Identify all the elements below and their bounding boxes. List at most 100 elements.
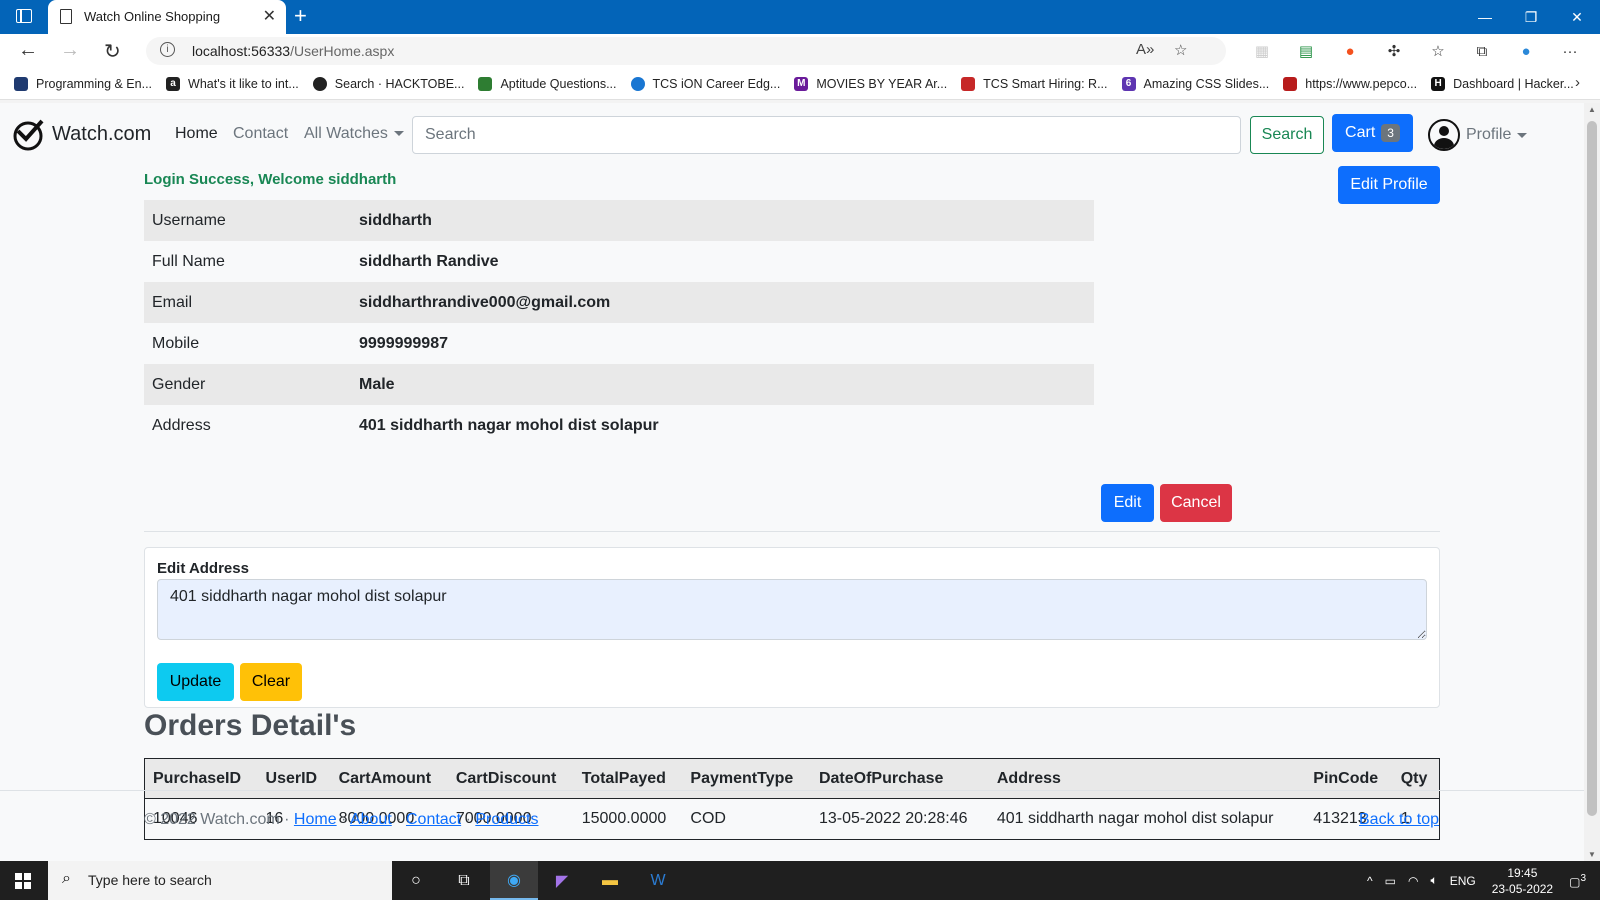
tab-title: Watch Online Shopping — [84, 9, 221, 24]
cortana-icon[interactable]: ○ — [392, 861, 440, 900]
clear-button[interactable]: Clear — [240, 663, 302, 701]
caret-down-icon — [1517, 132, 1528, 138]
table-cell: 401 siddharth nagar mohol dist solapur — [988, 798, 1306, 840]
taskbar-search-placeholder: Type here to search — [88, 872, 212, 888]
watch-logo-icon — [13, 119, 44, 151]
bookmark-item[interactable]: Search · HACKTOBE... — [312, 76, 464, 91]
address-textarea[interactable]: 401 siddharth nagar mohol dist solapur — [157, 579, 1427, 640]
more-menu-icon[interactable]: ··· — [1548, 40, 1592, 62]
search-input[interactable] — [412, 116, 1241, 154]
m-icon: M — [794, 76, 809, 91]
edge-icon[interactable]: ◉ — [490, 861, 538, 900]
cart-count-badge: 3 — [1381, 124, 1400, 142]
extension-sheet-icon[interactable]: ▤ — [1284, 40, 1328, 62]
collections-icon[interactable]: ⧉ — [1460, 40, 1504, 62]
edit-address-button[interactable]: Edit — [1101, 484, 1154, 522]
visual-studio-icon[interactable]: ◤ — [538, 861, 586, 900]
extension-orange-icon[interactable]: ● — [1328, 40, 1372, 62]
close-tab-icon[interactable]: ✕ — [263, 6, 276, 26]
site-navbar: Watch.com Home Contact All Watches Searc… — [0, 103, 1584, 167]
notification-icon[interactable]: ▢3 — [1569, 873, 1586, 889]
back-to-top-link[interactable]: Back to top — [1359, 811, 1439, 829]
cart-button[interactable]: Cart 3 — [1332, 114, 1413, 152]
chevron-right-icon[interactable]: › — [1575, 74, 1580, 91]
speaker-icon[interactable]: 🔈︎ — [1430, 873, 1437, 888]
bookmark-item[interactable]: 6 Amazing CSS Slides... — [1121, 76, 1269, 91]
forward-icon[interactable]: → — [60, 39, 80, 62]
scroll-down-icon[interactable]: ▼ — [1588, 850, 1596, 859]
bookmark-item[interactable]: Aptitude Questions... — [478, 76, 617, 91]
bookmark-item[interactable]: a What's it like to int... — [166, 76, 299, 91]
page-scrollbar[interactable]: ▲ ▼ — [1584, 103, 1600, 861]
extension-grid-icon[interactable]: ▦ — [1240, 40, 1284, 62]
clock-time: 19:45 — [1507, 865, 1538, 880]
url-field[interactable]: i localhost:56333/UserHome.aspx A» ☆ — [146, 37, 1226, 65]
footer-home-link[interactable]: Home — [294, 811, 337, 828]
nav-all-watches-dropdown[interactable]: All Watches — [304, 125, 404, 143]
column-header: PurchaseID — [144, 758, 258, 799]
brand-link[interactable]: Watch.com — [12, 117, 151, 151]
table-row: Full Name siddharth Randive — [144, 241, 1094, 282]
taskbar-search-box[interactable]: ⌕ Type here to search — [48, 861, 392, 900]
table-cell: 13-05-2022 20:28:46 — [810, 798, 989, 840]
file-explorer-icon[interactable]: ▬ — [586, 861, 634, 900]
extension-toolbar: ▦ ▤ ● ✣ ☆ ⧉ ● ··· — [1240, 40, 1592, 62]
footer: © 2022 Watch.com · Home · About · Contac… — [144, 811, 539, 828]
bookmark-item[interactable]: https://www.pepco... — [1283, 76, 1417, 91]
column-header: Address — [988, 758, 1306, 799]
address-bar-row: ← → ↻ i localhost:56333/UserHome.aspx A»… — [0, 34, 1600, 68]
footer-products-link[interactable]: Products — [475, 811, 538, 828]
bookmark-item[interactable]: H Dashboard | Hacker... — [1431, 76, 1574, 91]
profile-dropdown[interactable]: Profile — [1428, 119, 1528, 151]
edit-profile-button[interactable]: Edit Profile — [1338, 166, 1440, 204]
task-view-icon[interactable]: ⧉ — [440, 861, 488, 900]
nav-contact-link[interactable]: Contact — [233, 125, 288, 143]
read-aloud-icon[interactable]: A» — [1136, 41, 1154, 58]
bookmark-item[interactable]: Programming & En... — [14, 76, 152, 91]
column-header: TotalPayed — [573, 758, 683, 799]
windows-start-icon[interactable] — [15, 873, 31, 889]
search-button[interactable]: Search — [1250, 116, 1324, 154]
back-icon[interactable]: ← — [18, 39, 38, 62]
refresh-icon[interactable]: ↻ — [104, 39, 121, 64]
close-window-icon[interactable]: ✕ — [1554, 0, 1600, 34]
caret-down-icon — [393, 131, 404, 137]
nav-home-link[interactable]: Home — [175, 125, 218, 143]
profile-browser-icon[interactable]: ● — [1504, 40, 1548, 62]
word-icon[interactable]: W — [634, 861, 682, 900]
footer-about-link[interactable]: About — [350, 811, 392, 828]
cancel-button[interactable]: Cancel — [1160, 484, 1232, 522]
new-tab-icon[interactable]: + — [294, 3, 307, 29]
wifi-icon[interactable]: ◠ — [1408, 874, 1418, 888]
orders-title: Orders Detail's — [144, 709, 357, 742]
bookmark-item[interactable]: M MOVIES BY YEAR Ar... — [794, 76, 947, 91]
extensions-icon[interactable]: ✣ — [1372, 40, 1416, 62]
column-header: DateOfPurchase — [810, 758, 989, 799]
scroll-up-icon[interactable]: ▲ — [1588, 105, 1596, 114]
bookmark-item[interactable]: TCS Smart Hiring: R... — [961, 76, 1108, 91]
table-cell: 15000.0000 — [573, 798, 683, 840]
window-controls: — ❐ ✕ — [1462, 0, 1600, 34]
detail-value: siddharthrandive000@gmail.com — [351, 282, 1094, 323]
table-row: Address 401 siddharth nagar mohol dist so… — [144, 405, 1094, 446]
browser-tab[interactable]: Watch Online Shopping ✕ — [48, 0, 286, 34]
tab-actions-icon[interactable] — [16, 9, 32, 23]
notification-count: 3 — [1580, 872, 1586, 884]
add-favorite-icon[interactable]: ☆ — [1174, 41, 1187, 59]
site-info-icon[interactable]: i — [160, 42, 175, 57]
chevron-up-icon[interactable]: ^ — [1367, 874, 1373, 888]
clock[interactable]: 19:45 23-05-2022 — [1492, 865, 1553, 897]
minimize-icon[interactable]: — — [1462, 0, 1508, 34]
update-button[interactable]: Update — [157, 663, 234, 701]
favorites-icon[interactable]: ☆ — [1416, 40, 1460, 62]
divider — [144, 531, 1440, 532]
footer-contact-link[interactable]: Contact — [406, 811, 461, 828]
battery-icon[interactable]: ▭ — [1385, 874, 1396, 888]
brand-name: Watch.com — [52, 122, 152, 145]
language-indicator[interactable]: ENG — [1450, 874, 1476, 888]
search-icon: ⌕ — [62, 870, 71, 887]
bookmark-item[interactable]: TCS iON Career Edg... — [630, 76, 780, 91]
scrollbar-thumb[interactable] — [1587, 121, 1597, 816]
restore-icon[interactable]: ❐ — [1508, 0, 1554, 34]
leaf-icon — [478, 76, 493, 91]
